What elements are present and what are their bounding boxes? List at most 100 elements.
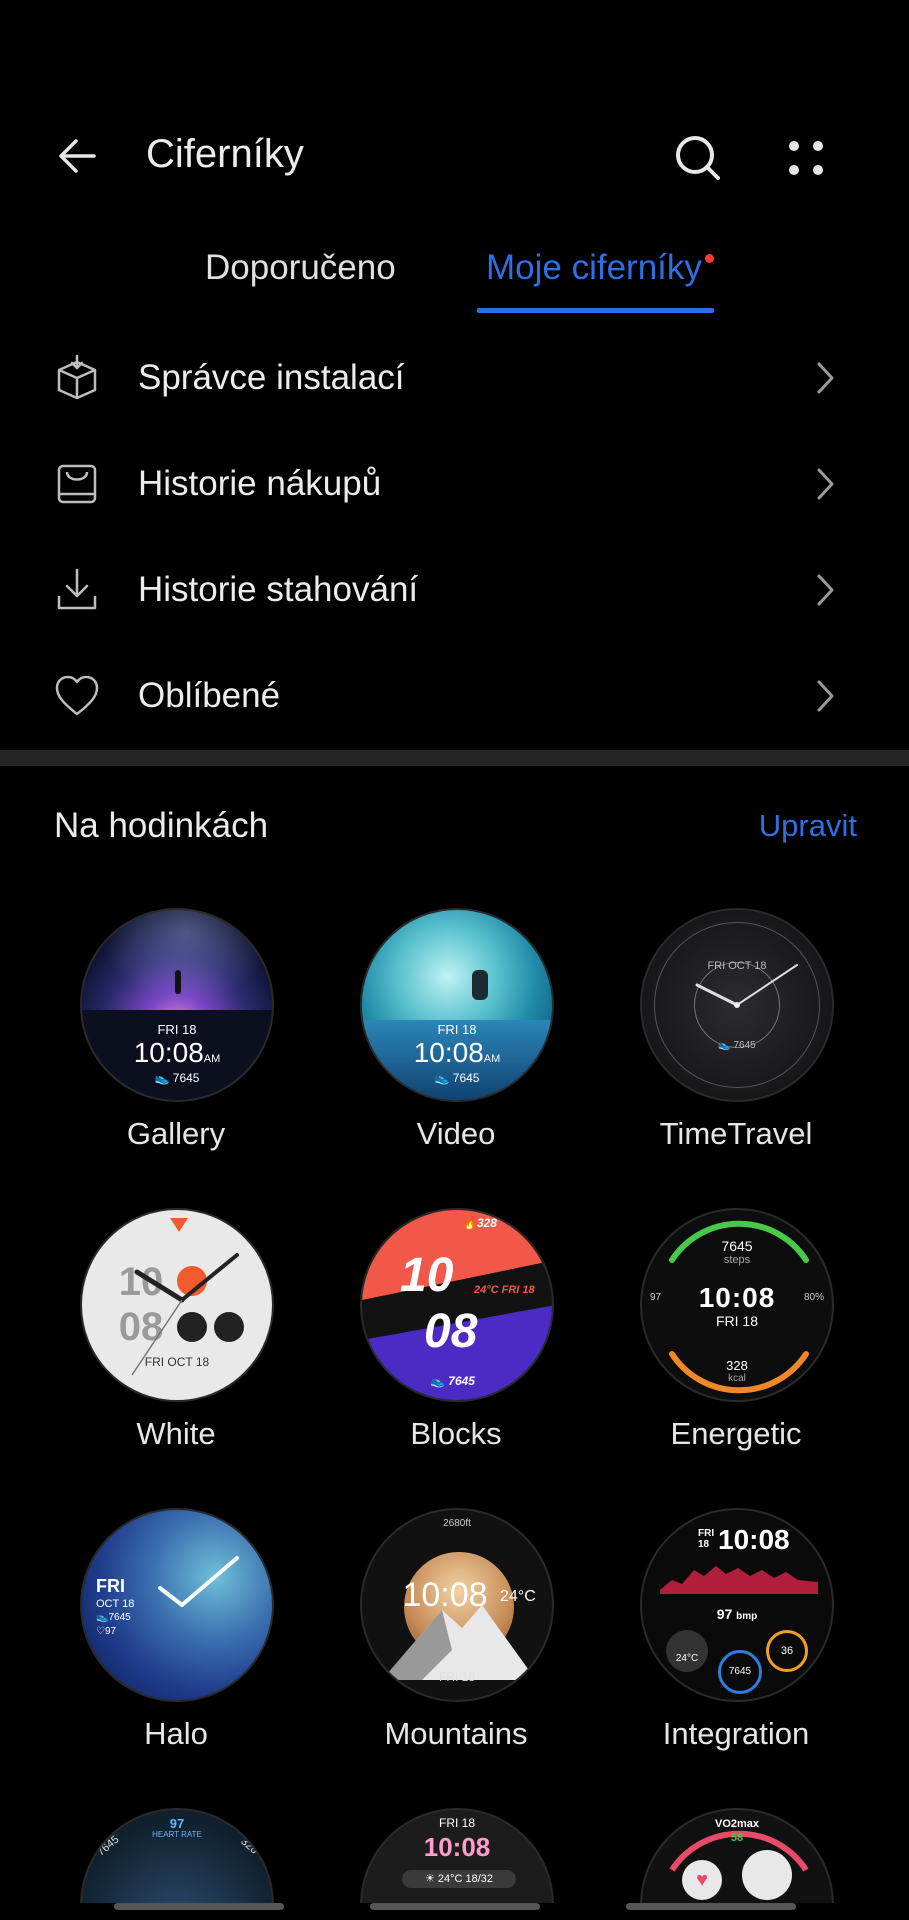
- watch-face-blocks[interactable]: 🔥328 10 24°C FRI 18 08 👟 7645 Blocks: [316, 1208, 596, 1458]
- stat-complication: 36: [766, 1630, 808, 1672]
- menu-item-label: Historie nákupů: [138, 464, 382, 503]
- tab-bar: Doporučeno Moje ciferníky: [0, 236, 909, 316]
- four-dots-icon: [789, 141, 823, 175]
- face-date: FRI 18: [437, 1022, 477, 1037]
- heart-icon: ♥: [682, 1860, 722, 1900]
- face-label: Energetic: [670, 1416, 802, 1451]
- watch-face-preview: FRI 18 10:08 97 bmp 24°C 7645 36: [640, 1508, 834, 1702]
- watch-face-partial-3[interactable]: VO2max 58 ♥: [596, 1808, 876, 1903]
- face-label: Halo: [144, 1716, 208, 1751]
- watch-face-preview: 2680ft 10:08 24°C FRI 18: [360, 1508, 554, 1702]
- person-silhouette: [175, 970, 181, 994]
- face-date: FRI OCT 18: [144, 1355, 210, 1369]
- face-steps: 7645: [721, 1238, 753, 1254]
- face-battery: 80%: [803, 1292, 824, 1303]
- surfer-silhouette: [472, 970, 488, 1000]
- box-install-icon: [52, 353, 102, 403]
- menu-item-label: Historie stahování: [138, 570, 419, 609]
- watch-face-preview: FRI OCT 18 👟7645 ♡97: [80, 1508, 274, 1702]
- face-label: Mountains: [384, 1716, 528, 1751]
- watch-face-integration[interactable]: FRI 18 10:08 97 bmp 24°C 7645 36 Integrat…: [596, 1508, 876, 1758]
- heart-icon: [52, 671, 102, 721]
- watch-face-mountains[interactable]: 2680ft 10:08 24°C FRI 18 Mountains: [316, 1508, 596, 1758]
- face-date: FRI 18: [715, 1313, 758, 1329]
- watch-face-timetravel[interactable]: FRI OCT 18 👟 7645 TimeTravel: [596, 908, 876, 1158]
- face-label: TimeTravel: [659, 1116, 813, 1151]
- nav-indicator: [114, 1903, 284, 1910]
- face-bpm: 97 bmp: [716, 1606, 758, 1622]
- watch-face-preview: FRI 18 10:08AM 👟 7645: [80, 908, 274, 1102]
- watch-face-preview: FRI 18 10:08AM 👟 7645: [360, 908, 554, 1102]
- face-heart: 97: [650, 1292, 662, 1303]
- face-label: Gallery: [126, 1116, 226, 1151]
- menu-item-install-manager[interactable]: Správce instalací: [0, 326, 909, 430]
- clock-hands: [695, 964, 798, 1008]
- watch-face-halo[interactable]: FRI OCT 18 👟7645 ♡97 Halo: [36, 1508, 316, 1758]
- face-kcal-unit: kcal: [728, 1373, 746, 1384]
- menu-item-download-history[interactable]: Historie stahování: [0, 538, 909, 642]
- watch-face-preview: 🔥328 10 24°C FRI 18 08 👟 7645: [360, 1208, 554, 1402]
- more-options-button[interactable]: [776, 128, 836, 188]
- menu-item-favorites[interactable]: Oblíbené: [0, 644, 909, 748]
- face-vo2-label: VO2max: [714, 1818, 760, 1830]
- section-divider: [0, 750, 909, 766]
- face-label: Blocks: [410, 1416, 502, 1451]
- face-date: FRI 18: [438, 1816, 475, 1830]
- watch-face-partial-1[interactable]: 97 HEART RATE 7645 328: [36, 1808, 316, 1903]
- face-label: Video: [416, 1116, 496, 1151]
- section-title: Na hodinkách: [54, 806, 269, 845]
- menu-item-purchase-history[interactable]: Historie nákupů: [0, 432, 909, 536]
- menu-item-label: Oblíbené: [138, 676, 281, 715]
- notification-dot: [705, 254, 714, 263]
- face-date: FRI OCT 18: [707, 960, 767, 972]
- watch-face-gallery[interactable]: FRI 18 10:08AM 👟 7645 Gallery: [36, 908, 316, 1158]
- face-label: Integration: [662, 1716, 810, 1751]
- menu-item-label: Správce instalací: [138, 358, 405, 397]
- purchase-bag-icon: [52, 459, 102, 509]
- nav-indicator: [626, 1903, 796, 1910]
- chevron-right-icon: [812, 676, 840, 716]
- face-altitude: 2680ft: [443, 1518, 471, 1529]
- starry-sky: [82, 910, 272, 1015]
- watch-face-partial-2[interactable]: FRI 18 10:08 ☀ 24°C 18/32: [316, 1808, 596, 1903]
- nav-indicator: [370, 1903, 540, 1910]
- edit-button[interactable]: Upravit: [759, 808, 857, 844]
- face-weather: ☀ 24°C 18/32: [402, 1870, 516, 1888]
- face-label: White: [136, 1416, 216, 1451]
- search-button[interactable]: [668, 128, 728, 188]
- watch-face-preview: VO2max 58 ♥: [640, 1808, 834, 1903]
- tab-recommended[interactable]: Doporučeno: [205, 248, 396, 288]
- tab-my-faces[interactable]: Moje ciferníky: [486, 248, 702, 288]
- face-date: OCT 18: [96, 1598, 135, 1610]
- face-kcal: 328: [726, 1358, 748, 1373]
- face-day: FRI: [96, 1576, 125, 1596]
- chevron-right-icon: [812, 570, 840, 610]
- mini-dial: [742, 1850, 792, 1900]
- active-tab-indicator: [477, 308, 714, 313]
- face-steps: 👟 7645: [430, 1374, 475, 1388]
- face-kcal: 🔥328: [462, 1216, 497, 1230]
- face-steps: 👟7645: [96, 1612, 131, 1623]
- app-bar: Ciferníky: [0, 120, 909, 192]
- watch-face-preview: FRI 18 10:08 ☀ 24°C 18/32: [360, 1808, 554, 1903]
- watch-face-white[interactable]: 10 08 FRI OCT 18 White: [36, 1208, 316, 1458]
- page-title: Ciferníky: [146, 132, 304, 176]
- watch-face-preview: 97 HEART RATE 7645 328: [80, 1808, 274, 1903]
- face-steps: 👟 7645: [154, 1071, 200, 1085]
- steps-complication: 7645: [718, 1650, 762, 1694]
- back-button[interactable]: [50, 130, 106, 182]
- face-steps-unit: steps: [723, 1254, 751, 1266]
- face-time: 10:08AM: [133, 1037, 221, 1068]
- weather-complication: 24°C: [666, 1630, 708, 1672]
- watch-face-energetic[interactable]: 7645 steps 10:08 FRI 18 97 80% 328 kcal …: [596, 1208, 876, 1458]
- face-hour: 10: [400, 1249, 454, 1302]
- watch-face-preview: 7645 steps 10:08 FRI 18 97 80% 328 kcal: [640, 1208, 834, 1402]
- back-arrow-icon: [59, 139, 96, 173]
- download-icon: [52, 565, 102, 615]
- face-temp-date: 24°C FRI 18: [474, 1284, 535, 1296]
- watch-face-preview: 10 08 FRI OCT 18: [80, 1208, 274, 1402]
- watch-face-video[interactable]: FRI 18 10:08AM 👟 7645 Video: [316, 908, 596, 1158]
- face-minute: 08: [424, 1305, 478, 1358]
- face-heart: 97: [169, 1816, 185, 1831]
- clock-hands: [131, 1253, 239, 1376]
